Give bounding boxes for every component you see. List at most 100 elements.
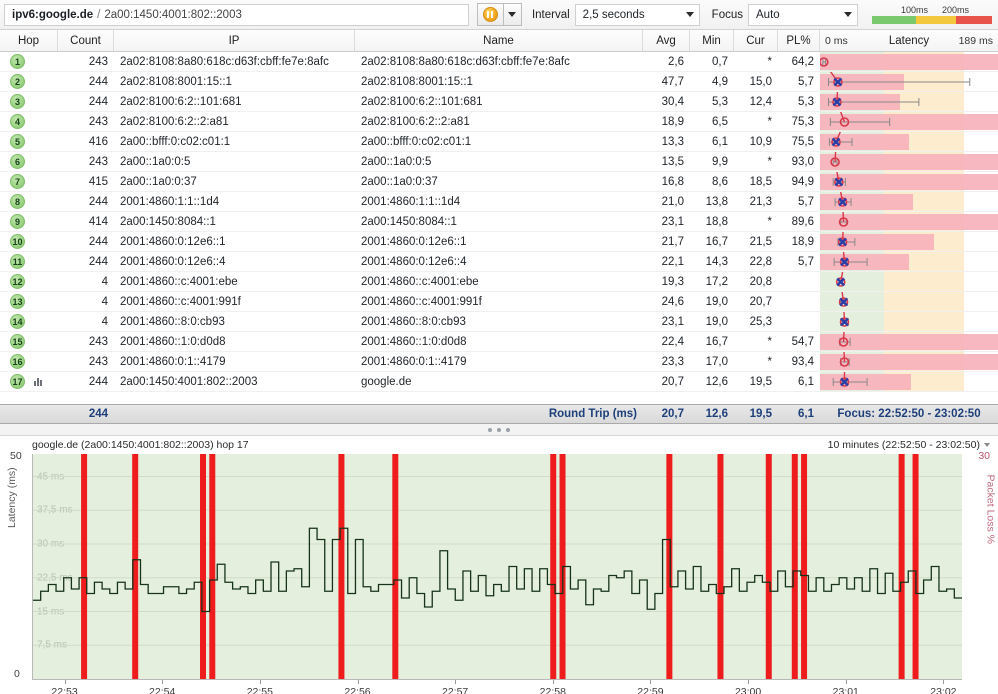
right-axis-label: Packet Loss % — [984, 474, 996, 544]
table-row[interactable]: 14 4 2001:4860::8:0:cb93 2001:4860::8:0:cb9… — [0, 312, 998, 332]
footer-focus-range: Focus: 22:52:50 - 23:02:50 — [837, 408, 981, 420]
table-row[interactable]: 1 243 2a02:8108:8a80:618c:d63f:cbff:fe7e:8… — [0, 52, 998, 72]
table-row[interactable]: 17 244 2a00:1450:4001:802::2003 google.de 20… — [0, 372, 998, 392]
latency-graph-cell[interactable] — [820, 312, 998, 331]
ip-cell: 2001:4860:0:12e6::4 — [120, 255, 226, 268]
focus-select[interactable]: Auto — [748, 3, 858, 26]
packet-loss-cell: 75,5 — [791, 135, 814, 148]
latency-graph-cell[interactable] — [820, 132, 998, 151]
column-header-hop[interactable]: Hop — [0, 30, 58, 51]
table-row[interactable]: 6 243 2a00::1a0:0:5 2a00::1a0:0:5 13,5 9,9 * 93… — [0, 152, 998, 172]
ip-cell: 2a02:8100:6:2::101:681 — [120, 95, 242, 108]
latency-marker — [838, 212, 849, 227]
latency-graph-cell[interactable] — [820, 212, 998, 231]
latency-graph-cell[interactable] — [820, 352, 998, 371]
count-cell: 243 — [88, 55, 108, 68]
column-header-latency[interactable]: 0 ms Latency 189 ms — [820, 30, 998, 51]
column-header-cur[interactable]: Cur — [734, 30, 778, 51]
hop-badge: 10 — [10, 234, 25, 249]
latency-graph-cell[interactable] — [820, 252, 998, 271]
min-cell: 6,1 — [712, 135, 728, 148]
table-row[interactable]: 9 414 2a00:1450:8084::1 2a00:1450:8084::1 23… — [0, 212, 998, 232]
chart-plot-area[interactable]: 45 ms 37,5 ms 30 ms 22,5 ms 15 ms 7,5 ms — [32, 454, 962, 680]
min-cell: 17,0 — [705, 355, 728, 368]
hop-badge: 9 — [10, 214, 25, 229]
footer-cur: 19,5 — [749, 408, 772, 420]
interval-select[interactable]: 2,5 seconds — [574, 3, 700, 26]
latency-marker — [829, 112, 891, 127]
footer-count: 244 — [88, 408, 108, 420]
column-header-avg[interactable]: Avg — [643, 30, 690, 51]
drag-dots-icon — [506, 427, 510, 432]
cur-cell: * — [767, 115, 772, 128]
min-cell: 9,9 — [712, 155, 728, 168]
latency-graph-cell[interactable] — [820, 192, 998, 211]
table-row[interactable]: 10 244 2001:4860:0:12e6::1 2001:4860:0:12e6… — [0, 232, 998, 252]
table-row[interactable]: 2 244 2a02:8108:8001:15::1 2a02:8108:8001:1… — [0, 72, 998, 92]
name-cell: 2a02:8100:6:2::2:a81 — [361, 115, 470, 128]
min-cell: 17,2 — [705, 275, 728, 288]
min-cell: 14,3 — [705, 255, 728, 268]
packet-loss-cell: 5,7 — [798, 195, 814, 208]
y-axis-label: Latency (ms) — [6, 467, 18, 528]
latency-graph-cell[interactable] — [820, 152, 998, 171]
count-cell: 4 — [101, 295, 108, 308]
table-row[interactable]: 12 4 2001:4860::c:4001:ebe 2001:4860::c:400… — [0, 272, 998, 292]
latency-graph-cell[interactable] — [820, 332, 998, 351]
table-row[interactable]: 5 416 2a00::bfff:0:c02:c01:1 2a00::bfff:0:c… — [0, 132, 998, 152]
pause-dropdown-button[interactable] — [502, 3, 522, 26]
pause-split-button[interactable] — [476, 3, 522, 26]
min-cell: 8,6 — [712, 175, 728, 188]
x-axis-label: 22:57 — [442, 686, 469, 694]
table-row[interactable]: 11 244 2001:4860:0:12e6::4 2001:4860:0:12e6… — [0, 252, 998, 272]
avg-cell: 13,5 — [661, 155, 684, 168]
latency-graph-cell[interactable] — [820, 292, 998, 311]
hop-badge: 4 — [10, 114, 25, 129]
table-row[interactable]: 16 243 2001:4860:0:1::4179 2001:4860:0:1::4… — [0, 352, 998, 372]
latency-graph-cell[interactable] — [820, 272, 998, 291]
footer-min: 12,6 — [705, 408, 728, 420]
table-row[interactable]: 4 243 2a02:8100:6:2::2:a81 2a02:8100:6:2::2… — [0, 112, 998, 132]
address-separator: / — [97, 8, 101, 21]
avg-cell: 23,3 — [661, 355, 684, 368]
table-row[interactable]: 8 244 2001:4860:1:1::1d4 2001:4860:1:1::1d4… — [0, 192, 998, 212]
latency-graph-cell[interactable] — [820, 52, 998, 71]
address-bar[interactable]: ipv6:google.de / 2a00:1450:4001:802::200… — [4, 3, 469, 26]
latency-graph-cell[interactable] — [820, 232, 998, 251]
column-header-min[interactable]: Min — [690, 30, 734, 51]
panel-splitter[interactable] — [0, 424, 998, 436]
hop-cell: 9 — [0, 212, 58, 231]
latency-graph-cell[interactable] — [820, 92, 998, 111]
latency-graph-cell[interactable] — [820, 172, 998, 191]
y-axis-max: 50 — [10, 450, 22, 462]
legend-label-100ms: 100ms — [901, 5, 929, 15]
table-row[interactable]: 3 244 2a02:8100:6:2::101:681 2a02:8100:6:2:… — [0, 92, 998, 112]
latency-graph-cell[interactable] — [820, 112, 998, 131]
chart-range-select[interactable]: 10 minutes (22:52:50 - 23:02:50) — [828, 439, 990, 451]
count-cell: 243 — [88, 335, 108, 348]
ip-cell: 2a00:1450:4001:802::2003 — [120, 375, 258, 388]
hop-table-body[interactable]: 1 243 2a02:8108:8a80:618c:d63f:cbff:fe7e:8… — [0, 52, 998, 404]
column-header-ip[interactable]: IP — [114, 30, 355, 51]
hop-badge: 7 — [10, 174, 25, 189]
hop-cell: 16 — [0, 352, 58, 371]
min-cell: 16,7 — [705, 335, 728, 348]
packet-loss-cell: 54,7 — [791, 335, 814, 348]
name-cell: 2001:4860::8:0:cb93 — [361, 315, 466, 328]
table-row[interactable]: 13 4 2001:4860::c:4001:991f 2001:4860::c:40… — [0, 292, 998, 312]
table-row[interactable]: 7 415 2a00::1a0:0:37 2a00::1a0:0:37 16,8 8,6 1… — [0, 172, 998, 192]
pause-button[interactable] — [476, 3, 503, 26]
bar-chart-icon[interactable] — [34, 377, 42, 386]
column-header-count[interactable]: Count — [58, 30, 114, 51]
column-header-pl[interactable]: PL% — [778, 30, 820, 51]
packet-loss-cell: 93,0 — [791, 155, 814, 168]
latency-graph-cell[interactable] — [820, 372, 998, 391]
table-row[interactable]: 15 243 2001:4860::1:0:d0d8 2001:4860::1:0:d… — [0, 332, 998, 352]
avg-cell: 18,9 — [661, 115, 684, 128]
focus-value: Auto — [756, 8, 780, 21]
ip-cell: 2001:4860::1:0:d0d8 — [120, 335, 226, 348]
column-header-name[interactable]: Name — [355, 30, 643, 51]
latency-marker — [830, 152, 840, 167]
avg-cell: 23,1 — [661, 215, 684, 228]
latency-graph-cell[interactable] — [820, 72, 998, 91]
